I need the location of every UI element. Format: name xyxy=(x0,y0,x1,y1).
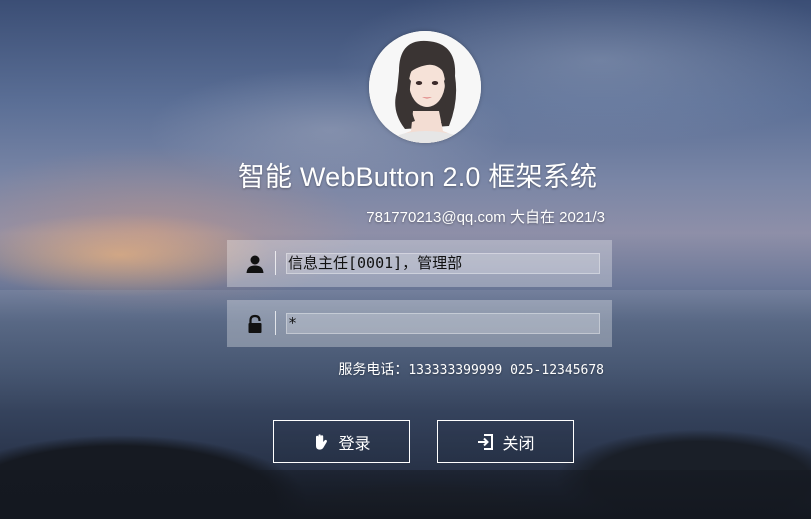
close-button[interactable]: 关闭 xyxy=(437,420,574,463)
username-row: 信息主任[0001]，管理部 xyxy=(227,240,612,287)
hand-icon xyxy=(316,433,328,450)
author-info: 781770213@qq.com 大自在 2021/3 xyxy=(366,209,605,226)
close-button-label: 关闭 xyxy=(502,433,535,453)
user-icon xyxy=(246,255,264,273)
app-title: 智能 WebButton 2.0 框架系统 xyxy=(237,162,598,192)
service-phone: 服务电话：133333399999 025-12345678 xyxy=(338,359,604,379)
field-separator xyxy=(275,251,276,275)
username-field[interactable]: 信息主任[0001]，管理部 xyxy=(286,253,600,274)
avatar xyxy=(369,31,481,143)
login-button-label: 登录 xyxy=(338,433,371,453)
service-phone-label: 服务电话： xyxy=(338,362,409,378)
lock-icon xyxy=(248,314,262,333)
exit-icon xyxy=(478,433,494,450)
service-phone-numbers: 133333399999 025-12345678 xyxy=(408,363,604,378)
password-field[interactable]: * xyxy=(286,313,600,334)
login-button[interactable]: 登录 xyxy=(273,420,410,463)
field-separator xyxy=(275,311,276,335)
background-foreground xyxy=(0,470,811,519)
password-row: * xyxy=(227,300,612,347)
woman-portrait-avatar-icon xyxy=(369,31,481,143)
